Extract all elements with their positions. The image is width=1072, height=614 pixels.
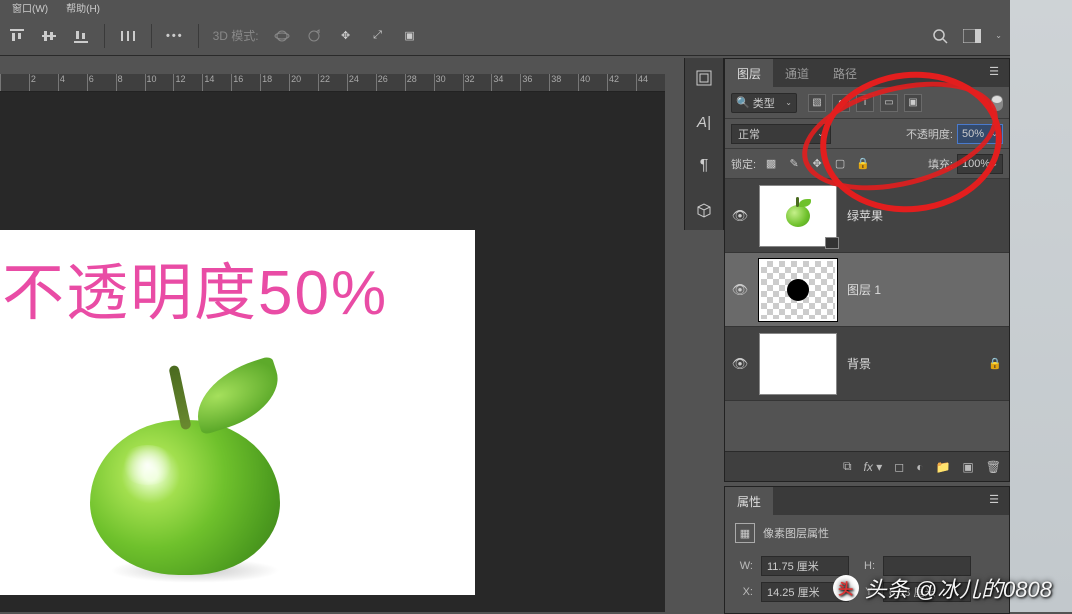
adjustment-icon[interactable]: ◐: [916, 460, 923, 474]
filter-pixel-icon[interactable]: ▧: [808, 94, 826, 112]
mask-icon[interactable]: ◻: [894, 460, 904, 474]
filter-smart-icon[interactable]: ▣: [904, 94, 922, 112]
x-label: X:: [735, 586, 753, 598]
horizontal-ruler: 2 4 6 8 10 12 14 16 18 20 22 24 26 28 30…: [0, 74, 665, 92]
group-icon[interactable]: 📁: [935, 460, 950, 474]
mode-3d-label: 3D 模式:: [213, 27, 259, 44]
paragraph-icon[interactable]: ¶: [692, 156, 716, 176]
lock-label: 锁定:: [731, 156, 756, 172]
visibility-icon[interactable]: 👁: [731, 208, 749, 224]
camera-icon[interactable]: ▣: [401, 27, 419, 45]
y-label: Y:: [857, 586, 875, 598]
slide-icon[interactable]: ⤢: [369, 27, 387, 45]
lock-transparency-icon[interactable]: ▩: [762, 155, 780, 173]
apple-image: [80, 350, 300, 580]
layer-list: 👁 绿苹果 👁 图层 1 👁 背景 🔒: [725, 179, 1009, 401]
tab-layers[interactable]: 图层: [725, 59, 773, 87]
menu-help[interactable]: 帮助(H): [64, 0, 102, 10]
layer-name[interactable]: 图层 1: [847, 281, 881, 298]
menu-window[interactable]: 窗口(W): [10, 0, 50, 10]
new-layer-icon[interactable]: ▣: [962, 460, 973, 474]
fx-icon[interactable]: fx ▾: [864, 460, 883, 474]
layer-row[interactable]: 👁 图层 1: [725, 253, 1009, 327]
visibility-icon[interactable]: 👁: [731, 356, 749, 372]
width-input[interactable]: 11.75 厘米: [761, 556, 849, 576]
layer-name[interactable]: 背景: [847, 355, 871, 372]
collapsed-panel-dock: A| ¶: [684, 58, 724, 230]
lock-all-icon[interactable]: 🔒: [854, 155, 872, 173]
filter-type-icon[interactable]: T: [856, 94, 874, 112]
chevron-down-icon: ⌄: [817, 129, 824, 138]
y-input[interactable]: 6.03 厘米: [883, 582, 971, 602]
canvas-text: 不透明度50%: [2, 242, 388, 332]
x-input[interactable]: 14.25 厘米: [761, 582, 849, 602]
layer-thumbnail[interactable]: [759, 259, 837, 321]
height-label: H:: [857, 560, 875, 572]
layers-panel: 图层 通道 路径 ☰ 🔍 类型 ⌄ ▧ ◐ T ▭ ▣ 正常 ⌄ 不透明度: 5…: [724, 58, 1010, 482]
blend-row: 正常 ⌄ 不透明度: 50% ⌄: [725, 119, 1009, 149]
canvas-area[interactable]: 不透明度50%: [0, 92, 665, 612]
character-icon[interactable]: A|: [692, 112, 716, 132]
panel-menu-icon[interactable]: ☰: [979, 59, 1009, 87]
search-icon: 🔍: [736, 96, 750, 109]
opacity-input[interactable]: 50% ⌄: [957, 124, 1003, 144]
width-label: W:: [735, 560, 753, 572]
smart-object-icon: [825, 237, 839, 249]
search-icon[interactable]: [931, 27, 949, 45]
properties-panel: 属性 ☰ ▦ 像素图层属性 W: 11.75 厘米 H: X: 14.25 厘米…: [724, 486, 1010, 614]
filter-shape-icon[interactable]: ▭: [880, 94, 898, 112]
pan-icon[interactable]: ✥: [337, 27, 355, 45]
opacity-label[interactable]: 不透明度:: [906, 126, 953, 142]
panel-menu-icon[interactable]: ☰: [979, 487, 1009, 515]
align-top-icon[interactable]: [8, 27, 26, 45]
blend-mode-select[interactable]: 正常 ⌄: [731, 124, 831, 144]
height-input[interactable]: [883, 556, 971, 576]
layer-name[interactable]: 绿苹果: [847, 207, 883, 224]
history-icon[interactable]: [692, 68, 716, 88]
chevron-down-icon: ⌄: [991, 159, 998, 168]
tab-channels[interactable]: 通道: [773, 59, 821, 87]
divider: [151, 24, 152, 48]
tab-properties[interactable]: 属性: [725, 487, 773, 515]
delete-layer-icon[interactable]: 🗑: [986, 460, 1001, 474]
layer-filter-row: 🔍 类型 ⌄ ▧ ◐ T ▭ ▣: [725, 87, 1009, 119]
fill-input[interactable]: 100% ⌄: [957, 154, 1003, 174]
lock-icon: 🔒: [987, 357, 1003, 370]
lock-position-icon[interactable]: ✥: [808, 155, 826, 173]
align-bottom-icon[interactable]: [72, 27, 90, 45]
options-bar: ••• 3D 模式: ✥ ⤢ ▣ ⌄: [0, 16, 1010, 56]
layers-footer: ⧉ fx ▾ ◻ ◐ 📁 ▣ 🗑: [725, 451, 1009, 481]
link-layers-icon[interactable]: ⧉: [843, 459, 852, 474]
workspace-icon[interactable]: [963, 27, 981, 45]
chevron-down-icon: ⌄: [991, 129, 998, 138]
tab-paths[interactable]: 路径: [821, 59, 869, 87]
distribute-h-icon[interactable]: [119, 27, 137, 45]
filter-adjust-icon[interactable]: ◐: [832, 94, 850, 112]
filter-kind-select[interactable]: 🔍 类型 ⌄: [731, 93, 797, 113]
lock-pixels-icon[interactable]: ✎: [785, 155, 803, 173]
divider: [198, 24, 199, 48]
chevron-down-icon[interactable]: ⌄: [995, 31, 1002, 40]
layer-row[interactable]: 👁 绿苹果: [725, 179, 1009, 253]
fill-label[interactable]: 填充:: [928, 156, 953, 172]
layer-row[interactable]: 👁 背景 🔒: [725, 327, 1009, 401]
visibility-icon[interactable]: 👁: [731, 282, 749, 298]
divider: [104, 24, 105, 48]
orbit-icon[interactable]: [273, 27, 291, 45]
pixel-layer-icon: ▦: [735, 523, 755, 543]
top-menu: 窗口(W) 帮助(H): [0, 0, 1072, 10]
3d-icon[interactable]: [692, 200, 716, 220]
rotate-icon[interactable]: [305, 27, 323, 45]
properties-title: 像素图层属性: [763, 525, 829, 541]
filter-toggle[interactable]: [991, 95, 1003, 111]
artboard: 不透明度50%: [0, 230, 475, 595]
layer-thumbnail[interactable]: [759, 333, 837, 395]
right-edge: [1010, 0, 1072, 612]
lock-artboard-icon[interactable]: ▢: [831, 155, 849, 173]
align-vcenter-icon[interactable]: [40, 27, 58, 45]
lock-row: 锁定: ▩ ✎ ✥ ▢ 🔒 填充: 100% ⌄: [725, 149, 1009, 179]
chevron-down-icon: ⌄: [785, 98, 792, 107]
panel-tabs: 图层 通道 路径 ☰: [725, 59, 1009, 87]
more-options-icon[interactable]: •••: [166, 30, 184, 42]
